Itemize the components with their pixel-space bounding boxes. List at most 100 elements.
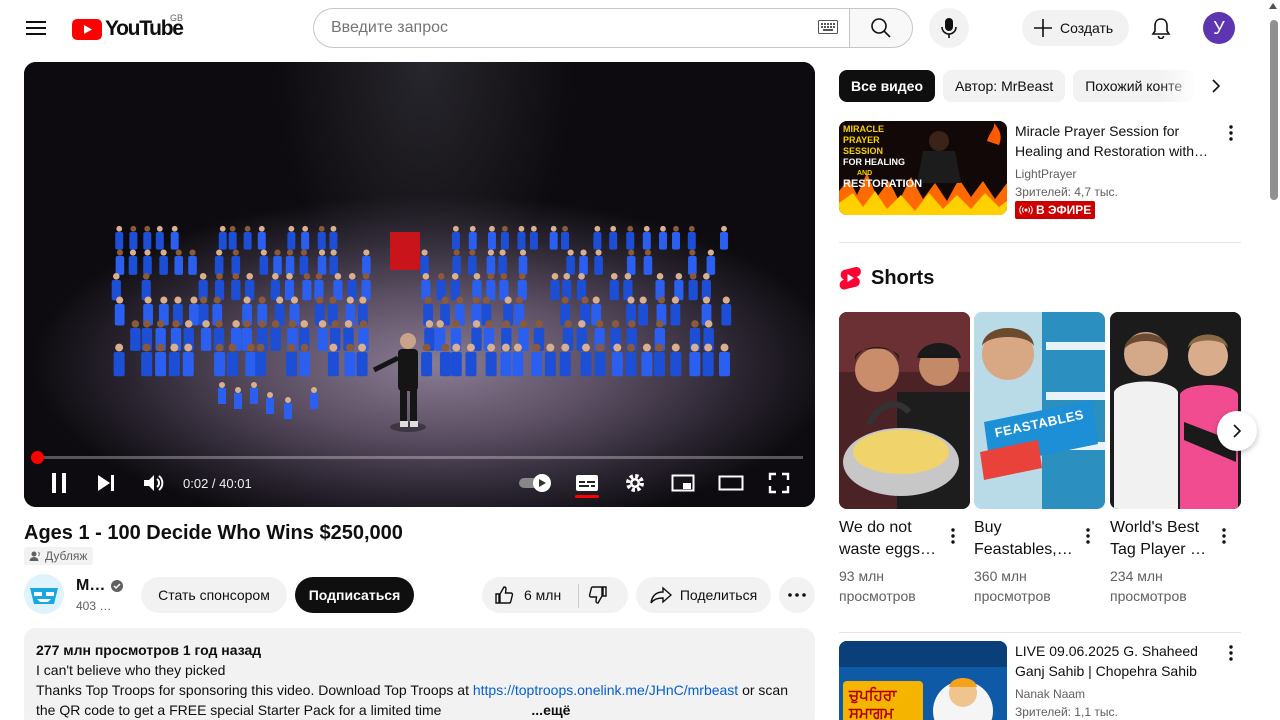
more-actions-button[interactable] bbox=[779, 577, 815, 613]
like-button[interactable]: 6 млн bbox=[494, 585, 561, 605]
video-player[interactable]: 0:02 / 40:01 bbox=[24, 62, 815, 507]
short-item[interactable]: World's Best Tag Player … 234 млн просмо… bbox=[1110, 312, 1241, 604]
search-input[interactable] bbox=[313, 8, 849, 48]
crowd-person bbox=[174, 256, 184, 275]
next-video-button[interactable] bbox=[92, 470, 120, 496]
dubbing-badge[interactable]: Дубляж bbox=[24, 547, 94, 565]
dislike-button[interactable] bbox=[588, 585, 608, 610]
description-meta: 277 млн просмотров 1 год назад bbox=[36, 642, 262, 658]
rec-channel[interactable]: Nanak Naam bbox=[1015, 687, 1085, 701]
crowd-person bbox=[299, 256, 309, 275]
short-thumbnail[interactable] bbox=[1110, 312, 1241, 509]
volume-icon bbox=[144, 475, 164, 491]
short-item[interactable]: FEASTABLES Buy Feastables,… 360 млн прос… bbox=[974, 312, 1105, 604]
description-box[interactable]: 277 млн просмотров 1 год назад I can't b… bbox=[24, 628, 815, 720]
crowd-person bbox=[231, 256, 241, 275]
theater-mode-button[interactable] bbox=[717, 470, 745, 496]
page-scrollbar[interactable] bbox=[1266, 0, 1280, 720]
sponsor-button[interactable]: Стать спонсором bbox=[141, 577, 287, 613]
rec-title[interactable]: Miracle Prayer Session for Healing and R… bbox=[1015, 121, 1215, 161]
subscribe-button[interactable]: Подписаться bbox=[295, 577, 414, 613]
crowd-person bbox=[439, 352, 451, 377]
short-menu-button[interactable] bbox=[1212, 524, 1236, 548]
description-line-1: I can't believe who they picked bbox=[36, 662, 226, 678]
chevron-right-icon bbox=[1233, 424, 1242, 438]
crowd-person-head bbox=[720, 343, 729, 352]
chip-all-videos[interactable]: Все видео bbox=[839, 70, 936, 102]
voice-search-button[interactable] bbox=[929, 8, 969, 48]
crowd-person-head bbox=[172, 320, 180, 328]
fullscreen-button[interactable] bbox=[765, 470, 793, 496]
channel-name-row[interactable]: M… bbox=[76, 577, 124, 595]
rec-thumbnail[interactable]: MIRACLE PRAYER SESSION FOR HEALING AND R… bbox=[839, 121, 1007, 215]
crowd-person-head bbox=[639, 296, 647, 304]
crowd-person-head bbox=[329, 343, 338, 352]
settings-button[interactable] bbox=[621, 470, 649, 496]
channel-name[interactable]: M… bbox=[76, 577, 105, 595]
recommendation-item[interactable]: MIRACLE PRAYER SESSION FOR HEALING AND R… bbox=[839, 121, 1241, 221]
crowd-person bbox=[500, 352, 512, 377]
keyboard-icon[interactable] bbox=[818, 20, 838, 34]
show-more-button[interactable]: ...ещё bbox=[531, 702, 570, 718]
crowd-person-head bbox=[489, 225, 495, 232]
short-title[interactable]: We do not waste eggs… bbox=[839, 517, 939, 561]
create-button[interactable]: Создать bbox=[1022, 10, 1130, 46]
share-button[interactable]: Поделиться bbox=[636, 577, 771, 613]
short-menu-button[interactable] bbox=[941, 524, 965, 548]
short-thumbnail[interactable]: FEASTABLES bbox=[974, 312, 1105, 509]
progress-scrubber[interactable] bbox=[31, 451, 44, 464]
user-avatar[interactable]: У bbox=[1203, 12, 1235, 44]
crowd-person-head bbox=[675, 273, 683, 280]
rec-menu-button[interactable] bbox=[1219, 641, 1243, 665]
crowd-person-head bbox=[156, 225, 163, 232]
search-button[interactable] bbox=[849, 8, 913, 48]
crowd-person-head bbox=[487, 249, 495, 256]
sponsor-link[interactable]: https://toptroops.onelink.me/JHnC/mrbeas… bbox=[473, 682, 738, 698]
crowd-person-head bbox=[130, 225, 137, 232]
progress-bar[interactable] bbox=[31, 451, 803, 464]
chips-next-button[interactable] bbox=[1200, 70, 1232, 102]
miniplayer-button[interactable] bbox=[669, 470, 697, 496]
chip-author[interactable]: Автор: MrBeast bbox=[943, 70, 1066, 102]
crowd-person bbox=[301, 232, 310, 250]
short-title[interactable]: World's Best Tag Player … bbox=[1110, 517, 1210, 561]
crowd-person-head bbox=[610, 273, 618, 280]
subtitles-button[interactable] bbox=[573, 470, 601, 496]
volume-button[interactable] bbox=[138, 470, 168, 496]
rec-menu-button[interactable] bbox=[1219, 121, 1243, 145]
scroll-thumb[interactable] bbox=[1270, 20, 1278, 200]
crowd-person-head bbox=[595, 249, 602, 256]
scroll-up-arrow-icon[interactable] bbox=[1269, 3, 1277, 9]
crowd-person-head bbox=[671, 343, 680, 352]
crowd-person-head bbox=[272, 273, 279, 280]
more-horizontal-icon bbox=[788, 593, 806, 597]
rec-thumbnail[interactable]: ਚੁਪਹਿਰਾ ਸਮਾਗਮ bbox=[839, 641, 1007, 720]
crowd-person-head bbox=[610, 225, 617, 232]
rec-title[interactable]: LIVE 09.06.2025 G. Shaheed Ganj Sahib | … bbox=[1015, 641, 1215, 681]
crowd-child bbox=[218, 388, 226, 404]
crowd-person-head bbox=[184, 320, 193, 328]
youtube-logo[interactable]: YouTube bbox=[72, 17, 184, 41]
notifications-button[interactable] bbox=[1141, 8, 1181, 48]
shorts-next-button[interactable] bbox=[1217, 411, 1257, 451]
crowd-person bbox=[512, 352, 524, 377]
short-title[interactable]: Buy Feastables,… bbox=[974, 517, 1074, 561]
crowd-person-head bbox=[441, 296, 449, 304]
menu-button[interactable] bbox=[16, 8, 56, 48]
crowd-person bbox=[218, 232, 227, 250]
short-thumbnail-art bbox=[1110, 312, 1241, 509]
rec-channel[interactable]: LightPrayer bbox=[1015, 167, 1076, 181]
pause-button[interactable] bbox=[44, 470, 74, 496]
channel-avatar[interactable] bbox=[24, 574, 64, 614]
short-thumbnail[interactable] bbox=[839, 312, 970, 509]
crowd-person-head bbox=[271, 320, 280, 328]
more-vertical-icon bbox=[1086, 528, 1090, 544]
crowd-person-head bbox=[643, 225, 650, 232]
divider bbox=[839, 632, 1241, 633]
short-item[interactable]: We do not waste eggs… 93 млн просмотров bbox=[839, 312, 970, 604]
short-menu-button[interactable] bbox=[1076, 524, 1100, 548]
recommendation-item[interactable]: ਚੁਪਹਿਰਾ ਸਮਾਗਮ LIVE 09.06.2025 G. Shaheed… bbox=[839, 641, 1241, 720]
crowd-person bbox=[245, 352, 257, 377]
crowd-child-head bbox=[311, 387, 317, 393]
autoplay-toggle[interactable] bbox=[518, 470, 554, 496]
